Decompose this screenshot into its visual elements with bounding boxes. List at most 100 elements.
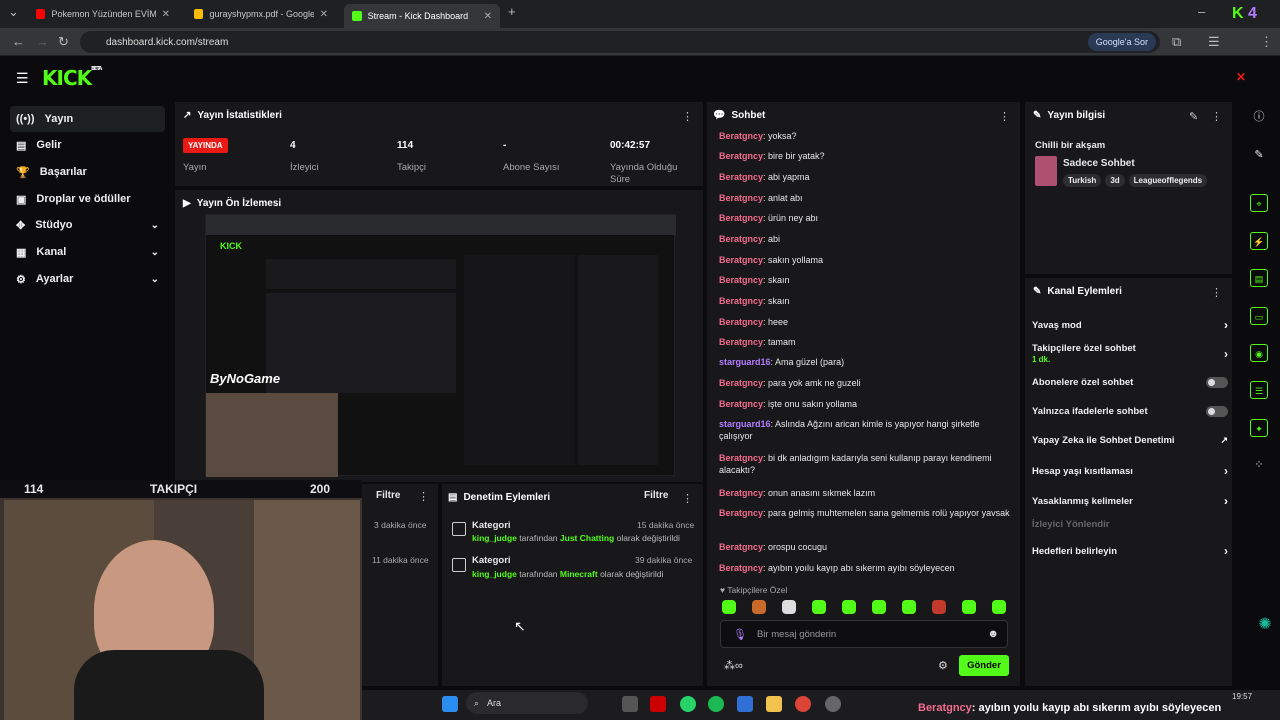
browser-tab-1[interactable]: Pokemon Yüzünden EVİMİ POL ✕ [28,4,178,24]
lightning-icon[interactable]: ⚡ [1250,232,1268,250]
tag[interactable]: Turkish [1063,174,1102,187]
windows-start-icon[interactable] [442,696,458,712]
chat-username[interactable]: Beratgncy [719,255,763,265]
emote-icon[interactable] [902,600,916,614]
close-icon[interactable]: ✕ [1236,70,1246,84]
send-button[interactable]: Gönder [959,655,1009,676]
whatsapp-icon[interactable] [680,696,696,712]
clipboard-icon[interactable]: ▤ [1250,269,1268,287]
emotes-chat-toggle[interactable] [1206,406,1228,417]
points-icon[interactable]: ⁂∞ [724,659,743,672]
mic-icon[interactable]: 🎙 [733,628,747,641]
app-icon[interactable] [825,696,841,712]
slow-mode-item[interactable]: Yavaş mod › [1032,318,1228,332]
category-name[interactable]: Sadece Sohbet [1063,158,1135,169]
goals-item[interactable]: Hedefleri belirleyin › [1032,544,1228,558]
browser-tab-3[interactable]: Stream - Kick Dashboard ✕ [344,4,500,28]
wrench-icon[interactable]: ✦ [1250,419,1268,437]
more-icon[interactable]: ⋮ [418,490,429,503]
google-ask-button[interactable]: Google'a Sor [1087,33,1156,51]
followers-chat-item[interactable]: Takipçilere özel sohbet 1 dk. › [1032,343,1228,365]
emote-icon[interactable] [932,600,946,614]
mod-user[interactable]: king_judge [472,569,517,579]
chat-username[interactable]: Beratgncy [719,296,763,306]
tag[interactable]: 3d [1105,174,1125,187]
chatgpt-icon[interactable]: ✺ [1256,616,1274,634]
emote-icon[interactable] [992,600,1006,614]
chat-username[interactable]: Beratgncy [719,378,763,388]
gear-icon[interactable]: ⚙ [938,659,948,672]
close-icon[interactable]: ✕ [162,9,170,20]
mail-icon[interactable] [737,696,753,712]
emoji-icon[interactable]: ☻ [987,628,999,640]
message-icon[interactable]: ▭ [1250,307,1268,325]
broadcast-icon[interactable]: ◉ [1250,344,1268,362]
chat-username[interactable]: Beratgncy [719,317,763,327]
close-icon[interactable]: ✕ [320,9,328,20]
more-icon[interactable]: ⋮ [1211,110,1222,123]
subs-chat-toggle[interactable] [1206,377,1228,388]
more-icon[interactable]: ⋮ [1211,286,1222,299]
chat-username[interactable]: Beratgncy [719,131,763,141]
more-icon[interactable]: ⋮ [999,110,1010,123]
chat-username[interactable]: Beratgncy [719,542,763,552]
url-field[interactable]: dashboard.kick.com/stream Google'a Sor [80,31,1160,53]
filter-button[interactable]: Filtre [644,490,668,501]
sidebar-item-droplar[interactable]: ▣ Droplar ve ödüller [10,186,165,212]
chat-username[interactable]: Beratgncy [719,337,763,347]
app-icon[interactable] [650,696,666,712]
chat-input[interactable]: 🎙 Bir mesaj gönderin ☻ [720,620,1008,648]
mod-user[interactable]: king_judge [472,533,517,543]
chat-username[interactable]: Beratgncy [719,488,763,498]
close-icon[interactable]: ✕ [484,11,492,22]
chat-username[interactable]: Beratgncy [719,453,763,463]
tab-menu-icon[interactable]: ⌄ [8,4,19,20]
back-icon[interactable]: ← [12,34,25,49]
hamburger-icon[interactable]: ☰ [16,70,29,87]
banned-words-item[interactable]: Yasaklanmış kelimeler › [1032,494,1228,508]
emote-icon[interactable] [842,600,856,614]
chat-username[interactable]: Beratgncy [719,213,763,223]
chat-username[interactable]: Beratgncy [719,172,763,182]
taskbar-search[interactable]: ⌕ Ara [466,692,588,714]
browser-tab-2[interactable]: gurayshypmx.pdf - Google Driv ✕ [186,4,336,24]
folder-icon[interactable] [766,696,782,712]
chat-username[interactable]: Beratgncy [719,193,763,203]
stream-preview[interactable]: KICK ByNoGame [205,214,676,477]
minimize-icon[interactable]: – [1198,4,1205,19]
account-age-item[interactable]: Hesap yaşı kısıtlaması › [1032,464,1228,478]
more-icon[interactable]: ⋮ [682,110,693,123]
emote-icon[interactable] [782,600,796,614]
layout-icon[interactable]: ☰ [1250,381,1268,399]
pen-icon[interactable]: ✎ [1250,146,1268,164]
edit-icon[interactable]: ✎ [1189,110,1198,123]
emote-icon[interactable] [722,600,736,614]
task-view-icon[interactable] [622,696,638,712]
sidebar-item-basarilar[interactable]: 🏆 Başarılar [10,159,165,185]
info-icon[interactable]: ⓘ [1250,108,1268,126]
sidebar-item-yayin[interactable]: ((•)) Yayın [10,106,165,132]
new-tab-icon[interactable]: + [508,4,516,19]
chrome-icon[interactable] [795,696,811,712]
spotify-icon[interactable] [708,696,724,712]
apps-icon[interactable]: ⁘ [1250,456,1268,474]
chat-username[interactable]: Beratgncy [719,508,763,518]
chat-username[interactable]: starguard16 [719,357,771,367]
chat-username[interactable]: Beratgncy [719,563,763,573]
emote-icon[interactable] [752,600,766,614]
more-icon[interactable]: ⋮ [1260,34,1273,50]
sidebar-item-studyo[interactable]: ✥ Stüdyo ⌄ [10,212,165,238]
tag[interactable]: Leagueofflegends [1128,174,1208,187]
extensions-icon[interactable]: ⧉ [1172,34,1181,50]
chat-username[interactable]: Beratgncy [719,151,763,161]
filter-button[interactable]: Filtre [376,490,400,501]
sidebar-item-ayarlar[interactable]: ⚙ Ayarlar ⌄ [10,266,165,292]
forward-icon[interactable]: → [36,34,49,49]
emotes-chat-item[interactable]: Yalnızca ifadelerle sohbet [1032,406,1228,417]
sidebar-item-kanal[interactable]: ▦ Kanal ⌄ [10,239,165,265]
menu-icon[interactable]: ☰ [1208,34,1220,50]
chat-username[interactable]: Beratgncy [719,275,763,285]
emote-icon[interactable] [812,600,826,614]
more-icon[interactable]: ⋮ [682,492,693,505]
emote-icon[interactable] [872,600,886,614]
